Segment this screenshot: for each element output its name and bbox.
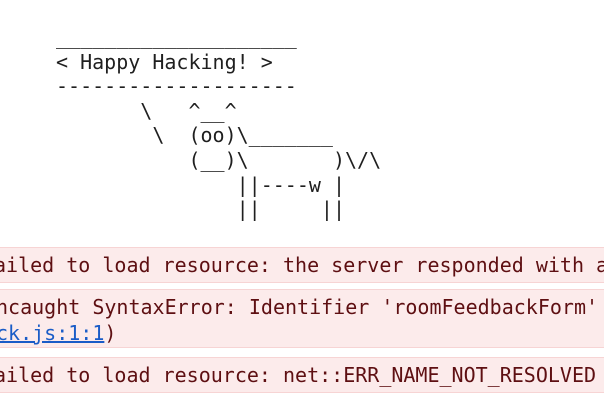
console-message-text: ncaught SyntaxError: Identifier 'roomFee… [0,295,599,319]
console-message-text: ailed to load resource: net::ERR_NAME_NO… [0,363,597,387]
console-message-text: ailed to load resource: the server respo… [0,253,604,277]
devtools-console: ____________________ < Happy Hacking! > … [0,0,604,414]
console-message-source-line: ck.js:1:1) [0,321,116,345]
console-ascii-banner: ____________________ < Happy Hacking! > … [56,25,382,222]
console-message-error[interactable]: ailed to load resource: net::ERR_NAME_NO… [0,357,604,393]
console-message-error[interactable]: ailed to load resource: the server respo… [0,247,604,283]
console-message-error[interactable]: ncaught SyntaxError: Identifier 'roomFee… [0,289,604,348]
console-source-link[interactable]: ck.js:1:1 [0,321,104,345]
console-source-suffix: ) [104,321,117,345]
